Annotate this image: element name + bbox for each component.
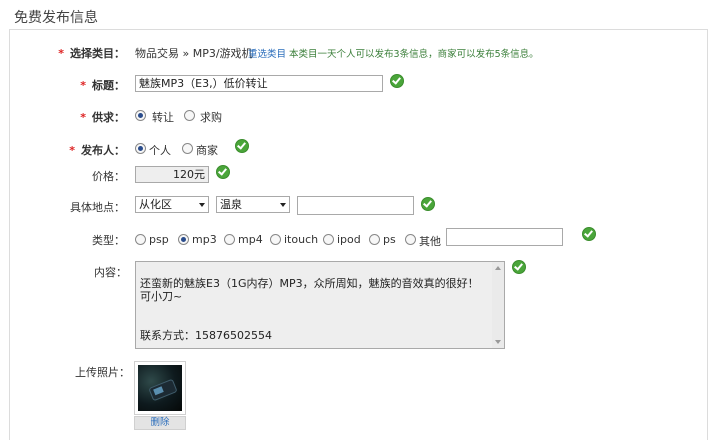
page-header: 免费发布信息 [0,0,720,32]
required-mark: * [58,47,64,60]
scroll-up-icon[interactable] [495,266,501,270]
location-detail-input[interactable] [297,196,414,215]
category-note-wrap: 重选类目 本类目一天个人可以发布3条信息，商家可以发布5条信息。 [248,46,539,60]
title-input[interactable]: 魅族MP3（E3,）低价转让 [135,75,383,92]
publisher-label-wrap: * 发布人： [69,142,125,158]
content-textarea[interactable]: 还蛮新的魅族E3（1G内存）MP3，众所周知，魅族的音效真的很好！ 可小刀~ 联… [135,261,505,349]
supply-buy-label: 求购 [200,111,222,124]
title-row: * 标题： 魅族MP3（E3,）低价转让 [0,73,720,97]
type-psp-radio[interactable] [135,234,146,245]
location-label: 具体地点： [70,201,125,214]
type-other-label: 其他 [419,235,441,248]
title-label: 标题： [92,79,125,92]
chevron-down-icon [199,203,205,207]
supply-transfer-label: 转让 [152,111,174,124]
page-title: 免费发布信息 [14,10,98,26]
check-ok-icon [235,139,249,153]
required-mark: * [80,111,86,124]
category-row: * 选择类目： 物品交易 » MP3/游戏机 重选类目 本类目一天个人可以发布3条… [0,41,720,65]
title-label-wrap: * 标题： [80,77,125,93]
price-input[interactable]: 120元 [135,166,209,183]
type-ipod-label: ipod [337,233,361,246]
type-ps-label: ps [383,233,396,246]
type-other-radio[interactable] [405,234,416,245]
type-ipod-radio[interactable] [323,234,334,245]
check-ok-icon [512,260,526,274]
district-select[interactable]: 从化区 [135,196,209,213]
content-label: 内容： [94,266,127,279]
supply-label: 供求： [92,111,125,124]
supply-transfer-radio[interactable] [135,110,146,121]
type-mp4-label: mp4 [238,233,263,246]
district-select-value: 从化区 [139,198,172,211]
price-label: 价格： [92,170,125,183]
category-path: 物品交易 » MP3/游戏机 [135,47,253,60]
supply-row: * 供求： 转让 求购 [0,105,720,129]
type-ps-radio[interactable] [369,234,380,245]
reselect-category-link[interactable]: 重选类目 [248,49,286,60]
scroll-down-icon[interactable] [495,340,501,344]
type-label: 类型： [92,234,125,247]
check-ok-icon [216,165,230,179]
type-itouch-radio[interactable] [270,234,281,245]
required-mark: * [69,144,75,157]
delete-photo-button[interactable]: 删除 [134,416,186,430]
price-row: 价格： 120元 [0,164,720,188]
publisher-personal-radio[interactable] [135,143,146,154]
check-ok-icon [390,74,404,88]
check-ok-icon [421,197,435,211]
area-select[interactable]: 温泉 [216,196,290,213]
content-text: 还蛮新的魅族E3（1G内存）MP3，众所周知，魅族的音效真的很好！ 可小刀~ 联… [140,277,479,342]
publisher-merchant-radio[interactable] [182,143,193,154]
chevron-down-icon [280,203,286,207]
type-mp4-radio[interactable] [224,234,235,245]
category-label-wrap: * 选择类目： [58,45,125,61]
type-row: 类型： psp mp3 mp4 itouch ipod ps 其他 [0,227,720,252]
check-ok-icon [582,227,596,241]
type-other-input[interactable] [446,228,563,246]
required-mark: * [80,79,86,92]
type-mp3-radio[interactable] [178,234,189,245]
area-select-value: 温泉 [220,198,242,211]
publisher-row: * 发布人： 个人 商家 [0,138,720,162]
location-row: 具体地点： 从化区 温泉 [0,195,720,219]
player-screen [153,386,164,396]
photo-thumbnail [138,365,182,411]
category-label: 选择类目： [70,47,125,60]
publisher-personal-label: 个人 [149,144,171,157]
publisher-label: 发布人： [81,144,125,157]
type-mp3-label: mp3 [192,233,217,246]
supply-buy-radio[interactable] [184,110,195,121]
publisher-merchant-label: 商家 [196,144,218,157]
category-limit-note: 本类目一天个人可以发布3条信息，商家可以发布5条信息。 [289,49,539,60]
type-itouch-label: itouch [284,233,319,246]
type-psp-label: psp [149,233,169,246]
mp3-player-image [148,378,178,402]
photo-label: 上传照片： [75,366,130,379]
content-scrollbar[interactable] [492,262,504,348]
photo-thumbnail-frame [134,361,186,415]
supply-label-wrap: * 供求： [80,109,125,125]
